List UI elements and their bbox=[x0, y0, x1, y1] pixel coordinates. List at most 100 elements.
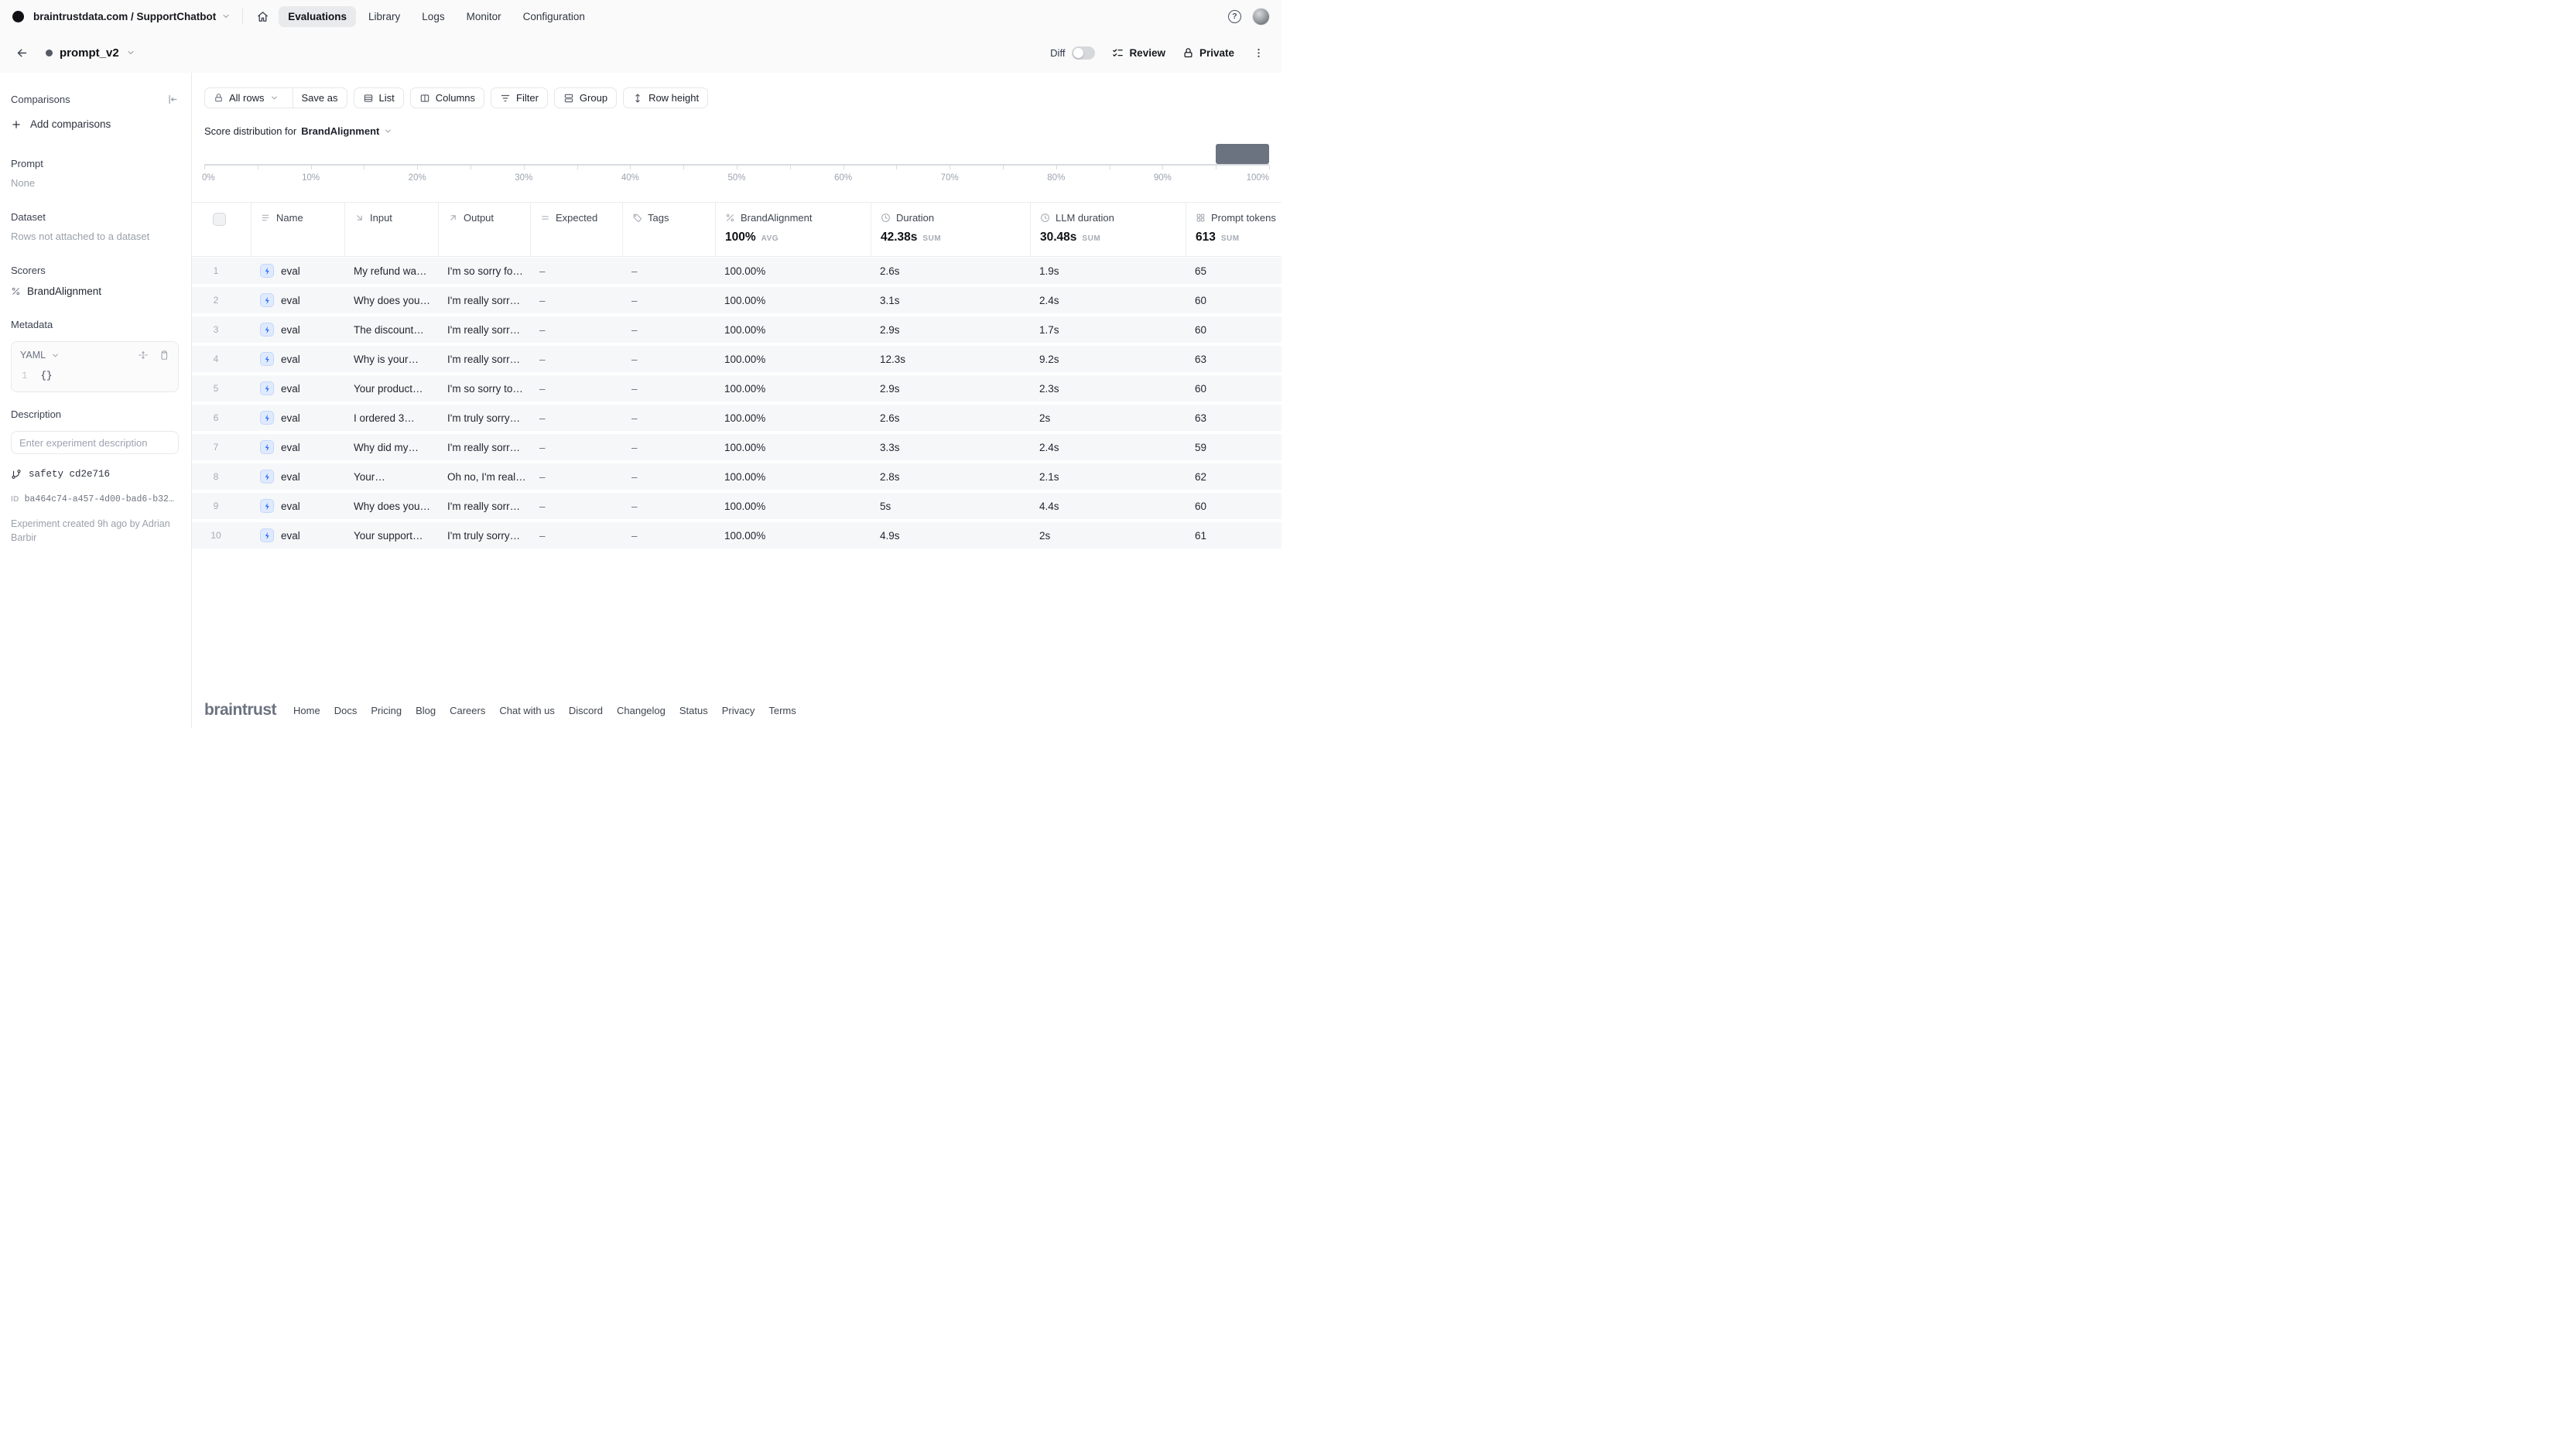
help-button[interactable]: ? bbox=[1228, 10, 1241, 23]
chevron-down-icon[interactable] bbox=[51, 351, 60, 360]
aggregate-value: 30.48s bbox=[1040, 231, 1076, 244]
llm-duration-cell: 9.2s bbox=[1030, 354, 1186, 365]
footer-link-privacy[interactable]: Privacy bbox=[722, 705, 755, 716]
org-project-breadcrumb[interactable]: braintrustdata.com / SupportChatbot bbox=[33, 11, 216, 22]
eval-bolt-icon bbox=[260, 411, 274, 425]
tab-logs[interactable]: Logs bbox=[412, 6, 453, 27]
axis-tick bbox=[1003, 166, 1004, 169]
column-header-input[interactable]: Input bbox=[354, 212, 429, 224]
footer-link-status[interactable]: Status bbox=[679, 705, 708, 716]
score-distribution-dropdown[interactable]: Score distribution for BrandAlignment bbox=[204, 125, 392, 137]
columns-button[interactable]: Columns bbox=[410, 87, 484, 108]
output-cell: I'm really sorr… bbox=[438, 324, 530, 336]
llm-duration-cell: 1.7s bbox=[1030, 324, 1186, 336]
add-comparisons-button[interactable]: Add comparisons bbox=[11, 118, 179, 130]
footer-link-pricing[interactable]: Pricing bbox=[371, 705, 402, 716]
tab-library[interactable]: Library bbox=[359, 6, 409, 27]
column-header-tags[interactable]: Tags bbox=[632, 212, 706, 224]
footer-link-home[interactable]: Home bbox=[293, 705, 320, 716]
group-button[interactable]: Group bbox=[554, 87, 617, 108]
column-header-prompt-tokens[interactable]: Prompt tokens bbox=[1196, 212, 1276, 224]
scorer-item-brandalignment[interactable]: BrandAlignment bbox=[11, 285, 179, 297]
home-button[interactable] bbox=[256, 10, 269, 23]
table-row[interactable]: 10 eval Your support… I'm truly sorry… –… bbox=[192, 522, 1282, 549]
table-row[interactable]: 9 eval Why does you… I'm really sorr… – … bbox=[192, 493, 1282, 519]
back-button[interactable] bbox=[15, 46, 29, 60]
diff-toggle-group: Diff bbox=[1050, 46, 1095, 60]
copy-clipboard-icon[interactable] bbox=[159, 350, 169, 361]
arrow-down-right-icon bbox=[354, 213, 364, 223]
aggregate-value: 42.38s bbox=[881, 231, 917, 244]
experiment-id-row[interactable]: ID ba464c74-a457-4d00-bad6-b32… bbox=[11, 494, 179, 504]
footer-link-discord[interactable]: Discord bbox=[569, 705, 603, 716]
expected-cell: – bbox=[530, 324, 622, 336]
row-number: 6 bbox=[192, 412, 251, 423]
all-rows-button[interactable]: All rows bbox=[205, 88, 287, 108]
footer-link-docs[interactable]: Docs bbox=[334, 705, 358, 716]
duration-cell: 2.8s bbox=[871, 471, 1030, 483]
table-row[interactable]: 7 eval Why did my… I'm really sorr… – – … bbox=[192, 434, 1282, 460]
axis-tick bbox=[1269, 166, 1270, 169]
table-row[interactable]: 2 eval Why does you… I'm really sorr… – … bbox=[192, 287, 1282, 313]
column-label: Input bbox=[370, 212, 392, 224]
collapse-sidebar-button[interactable] bbox=[167, 94, 179, 105]
column-header-output[interactable]: Output bbox=[448, 212, 521, 224]
table-row[interactable]: 3 eval The discount… I'm really sorr… – … bbox=[192, 316, 1282, 343]
braintrust-logo-icon[interactable] bbox=[12, 11, 24, 22]
duration-cell: 2.9s bbox=[871, 324, 1030, 336]
private-button[interactable]: Private bbox=[1182, 47, 1234, 59]
column-header-name[interactable]: Name bbox=[261, 212, 335, 224]
footer-link-terms[interactable]: Terms bbox=[768, 705, 796, 716]
review-button[interactable]: Review bbox=[1112, 47, 1165, 59]
metadata-code[interactable]: {} bbox=[41, 371, 53, 381]
column-header-brandalignment[interactable]: BrandAlignment bbox=[725, 212, 861, 224]
chevron-down-icon[interactable] bbox=[221, 12, 231, 21]
name-value: eval bbox=[281, 295, 300, 306]
tags-cell: – bbox=[622, 265, 715, 277]
table-row[interactable]: 6 eval I ordered 3… I'm truly sorry… – –… bbox=[192, 405, 1282, 431]
description-input[interactable] bbox=[11, 431, 179, 454]
format-code-icon[interactable] bbox=[138, 350, 149, 361]
footer-link-blog[interactable]: Blog bbox=[416, 705, 436, 716]
table-row[interactable]: 5 eval Your product… I'm so sorry to… – … bbox=[192, 375, 1282, 402]
metadata-language-select[interactable]: YAML bbox=[20, 350, 46, 361]
diff-toggle[interactable] bbox=[1072, 46, 1095, 60]
list-view-button[interactable]: List bbox=[354, 87, 404, 108]
footer-link-careers[interactable]: Careers bbox=[450, 705, 485, 716]
tokens-grid-icon bbox=[1196, 213, 1206, 223]
score-cell: 100.00% bbox=[715, 412, 871, 424]
save-as-button[interactable]: Save as bbox=[293, 88, 347, 108]
select-all-checkbox[interactable] bbox=[213, 213, 226, 226]
column-header-expected[interactable]: Expected bbox=[540, 212, 613, 224]
avatar[interactable] bbox=[1253, 9, 1269, 25]
experiment-name-dropdown[interactable]: prompt_v2 bbox=[46, 46, 135, 60]
input-cell: My refund wa… bbox=[344, 265, 438, 277]
footer-link-changelog[interactable]: Changelog bbox=[617, 705, 666, 716]
prompt-tokens-cell: 60 bbox=[1186, 295, 1216, 306]
column-header-llm-duration[interactable]: LLM duration bbox=[1040, 212, 1176, 224]
tab-evaluations[interactable]: Evaluations bbox=[279, 6, 356, 27]
histogram-bar[interactable] bbox=[1216, 144, 1269, 164]
tab-monitor[interactable]: Monitor bbox=[457, 6, 511, 27]
name-value: eval bbox=[281, 442, 300, 453]
footer-braintrust-logo[interactable]: braintrust bbox=[204, 701, 276, 719]
git-branch-row[interactable]: safety cd2e716 bbox=[11, 469, 179, 480]
input-cell: Why did my… bbox=[344, 442, 438, 453]
filter-button[interactable]: Filter bbox=[491, 87, 548, 108]
score-cell: 100.00% bbox=[715, 383, 871, 395]
table-row[interactable]: 8 eval Your… Oh no, I'm real… – – 100.00… bbox=[192, 463, 1282, 490]
table-row[interactable]: 1 eval My refund wa… I'm so sorry fo… – … bbox=[192, 258, 1282, 284]
row-height-button[interactable]: Row height bbox=[623, 87, 708, 108]
branch-name: safety cd2e716 bbox=[29, 469, 110, 480]
id-value: ba464c74-a457-4d00-bad6-b32… bbox=[25, 494, 174, 504]
more-options-button[interactable] bbox=[1251, 46, 1266, 60]
expected-cell: – bbox=[530, 383, 622, 395]
column-label: Tags bbox=[648, 212, 669, 224]
table-row[interactable]: 4 eval Why is your… I'm really sorr… – –… bbox=[192, 346, 1282, 372]
tab-configuration[interactable]: Configuration bbox=[514, 6, 594, 27]
name-cell: eval bbox=[251, 293, 344, 307]
footer-link-chat-with-us[interactable]: Chat with us bbox=[499, 705, 555, 716]
column-header-duration[interactable]: Duration bbox=[881, 212, 1021, 224]
prompt-tokens-cell: 65 bbox=[1186, 265, 1216, 277]
output-cell: I'm really sorr… bbox=[438, 295, 530, 306]
